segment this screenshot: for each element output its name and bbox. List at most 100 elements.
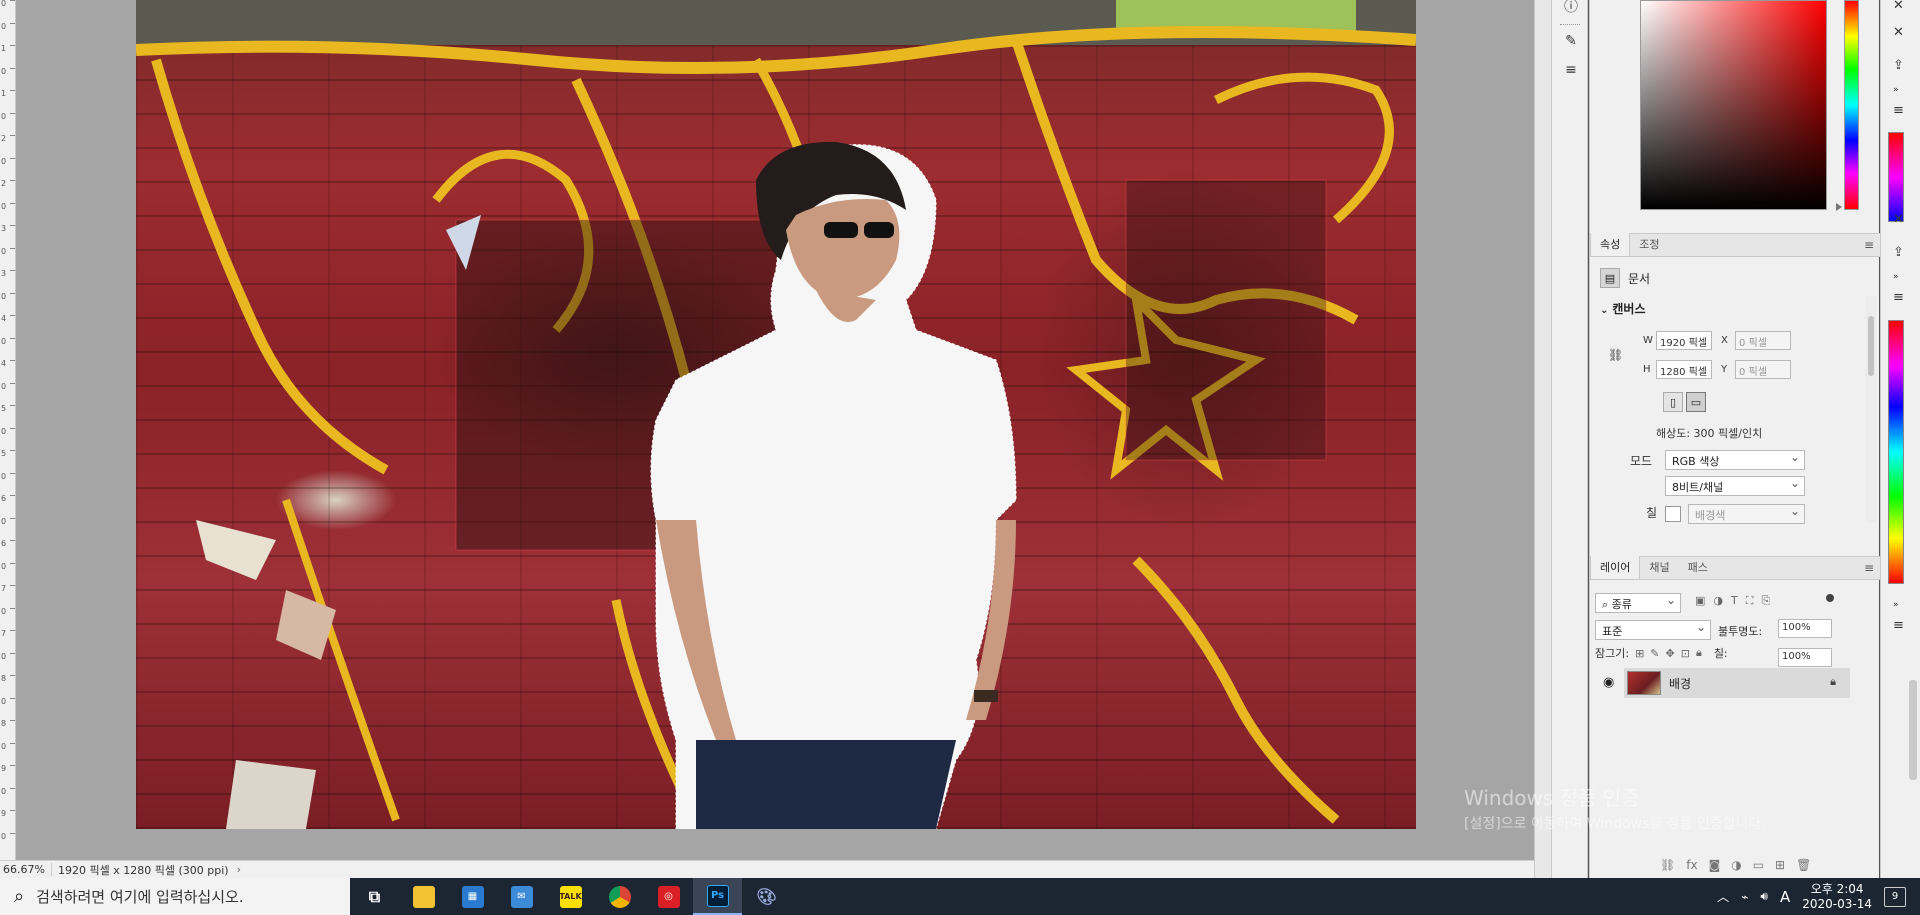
fill-swatch[interactable] [1665,506,1681,522]
panel-menu-icon[interactable]: ≡ [1864,238,1874,252]
ruler-tick: 2 [0,180,15,188]
tab-adjustments[interactable]: 조정 [1630,233,1668,256]
tab-properties[interactable]: 속성 [1590,233,1631,256]
color-mode-select[interactable]: RGB 색상 [1665,450,1805,470]
expand-icon[interactable]: » [1893,272,1899,282]
visibility-eye-icon[interactable]: ◉ [1603,675,1614,690]
filter-shape-icon[interactable]: ⛶ [1746,594,1754,608]
width-field[interactable]: 1920 픽셀 [1656,331,1712,350]
brush-settings-icon[interactable]: ✎ [1561,31,1581,51]
canvas-section-title[interactable]: ⌄ 캔버스 [1600,300,1646,317]
ruler-tick: 6 [0,495,15,503]
watermark-title: Windows 정품 인증 [1464,786,1640,810]
hue-slider[interactable] [1844,0,1859,210]
lock-all-icon[interactable]: 🔒︎ [1696,646,1702,660]
share-icon[interactable]: ⇪ [1893,58,1904,73]
adjustment-layer-icon[interactable]: ◑ [1731,858,1741,872]
filter-type-icon[interactable]: T [1731,594,1738,608]
store-button[interactable]: ▦ [448,878,497,915]
file-explorer-button[interactable] [399,878,448,915]
add-mask-icon[interactable]: ◙ [1709,858,1721,872]
close-icon[interactable]: ✕ [1893,0,1904,13]
zoom-level[interactable]: 66.67% [0,863,52,876]
panel-menu-icon[interactable]: ≡ [1893,618,1904,633]
expand-icon[interactable]: » [1893,85,1899,95]
lock-label: 잠그기: [1595,647,1630,660]
info-icon[interactable]: ⓘ [1561,0,1581,16]
layer-thumbnail [1627,671,1661,695]
layer-name[interactable]: 배경 [1669,675,1691,692]
layer-lock-icon[interactable]: 🔒︎ [1830,675,1836,689]
lock-artboard-icon[interactable]: ⊡ [1681,647,1690,660]
filter-smart-object-icon[interactable]: ⎘ [1761,594,1770,608]
panel-menu-icon[interactable]: ≡ [1893,290,1904,305]
canvas-area[interactable] [16,0,1534,860]
ime-indicator[interactable]: A [1780,888,1790,906]
fill-field[interactable]: 100% [1778,648,1832,667]
lock-position-icon[interactable]: ✥ [1666,647,1675,660]
color-spectrum[interactable] [1888,320,1904,584]
chevron-up-icon[interactable]: ︿ [1717,888,1729,905]
new-layer-icon[interactable]: ⊞ [1775,858,1785,872]
opacity-field[interactable]: 100% [1778,619,1832,638]
panel-menu-icon[interactable]: ≡ [1893,103,1904,118]
ruler-tick: 0 [0,67,15,76]
chevron-down-icon[interactable]: ⌄ [1600,305,1608,316]
taskbar-search[interactable]: ⌕ 검색하려면 여기에 입력하십시오. [0,878,350,915]
clock[interactable]: 오후 2:04 2020-03-14 [1802,882,1872,912]
task-view-button[interactable]: ⧉ [350,878,399,915]
ruler-tick: 0 [0,202,15,211]
opacity-label: 불투명도: [1718,625,1763,638]
notification-center-button[interactable]: 9 [1884,886,1906,907]
close-icon[interactable]: ✕ [1893,25,1904,40]
paint-button[interactable]: 🎨︎ [742,878,791,915]
document-info: 1920 픽셀 x 1280 픽셀 (300 ppi) [58,863,229,877]
hue-marker-icon[interactable] [1836,203,1842,211]
landscape-orientation-icon[interactable]: ▭ [1686,392,1706,412]
creative-cloud-button[interactable]: ◎ [644,878,693,915]
fill-select[interactable]: 배경색 [1688,504,1805,524]
height-field[interactable]: 1280 픽셀 [1656,360,1712,379]
filter-adjustment-icon[interactable]: ◑ [1713,594,1723,608]
expand-icon[interactable]: » [1893,600,1899,610]
hue-preview[interactable] [1888,132,1904,222]
lock-transparency-icon[interactable]: ⊞ [1635,647,1644,660]
color-picker-field[interactable] [1640,0,1827,210]
network-icon[interactable]: ⌁ [1741,890,1748,904]
portrait-orientation-icon[interactable]: ▯ [1663,392,1683,412]
ruler-tick: 2 [0,135,15,143]
layers-footer: ⛓ fx ◙ ◑ ▭ ⊞ 🗑︎ [1660,858,1811,872]
lock-image-icon[interactable]: ✎ [1650,647,1659,660]
layer-filter-select[interactable]: ⌕ 종류 [1595,593,1681,613]
panel-divider[interactable] [1534,0,1551,878]
mail-button[interactable]: ✉ [497,878,546,915]
new-group-icon[interactable]: ▭ [1753,858,1764,872]
link-layers-icon[interactable]: ⛓ [1660,858,1675,872]
link-icon[interactable]: ⛓ [1608,348,1623,362]
ruler-tick: 0 [0,472,15,481]
adjustments-icon[interactable]: ≡ [1561,60,1581,80]
status-menu-arrow-icon[interactable]: › [237,863,241,876]
vertical-ruler[interactable]: 0 0 1 0 1 0 2 0 2 0 3 0 3 0 4 0 4 0 5 0 5 0 6 0 6 0 7 0 7 0 8 0 8 0 9 0 9 0 [0,0,16,860]
y-field[interactable]: 0 픽셀 [1735,360,1791,379]
properties-scroll-thumb[interactable] [1868,316,1874,376]
photoshop-button[interactable]: Ps [693,878,742,915]
x-field[interactable]: 0 픽셀 [1735,331,1791,350]
delete-layer-icon[interactable]: 🗑︎ [1796,858,1811,872]
document-icon[interactable]: ▤ [1600,268,1620,288]
bit-depth-select[interactable]: 8비트/채널 [1665,476,1805,496]
volume-icon[interactable]: 🔊︎ [1760,889,1768,904]
close-icon[interactable]: ✕ [1893,212,1904,227]
blend-mode-select[interactable]: 표준 [1595,620,1711,640]
properties-scrollbar[interactable] [1866,296,1876,522]
kakaotalk-button[interactable]: TALK [546,878,595,915]
layer-row[interactable]: 배경 🔒︎ [1624,668,1850,698]
chrome-button[interactable] [595,878,644,915]
filter-toggle[interactable] [1826,594,1834,602]
filter-pixel-icon[interactable]: ▣ [1695,594,1705,608]
share-icon[interactable]: ⇪ [1893,245,1904,260]
right-scrollbar[interactable] [1909,680,1917,780]
document-row: ▤ 문서 [1600,268,1650,288]
document-image[interactable] [136,0,1416,829]
fx-icon[interactable]: fx [1686,858,1697,872]
